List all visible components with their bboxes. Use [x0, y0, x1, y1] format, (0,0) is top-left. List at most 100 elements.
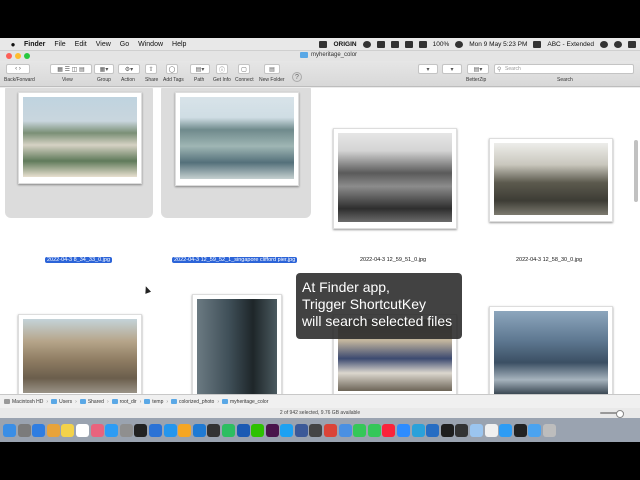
trash-icon[interactable]: [542, 423, 556, 437]
origin-status[interactable]: ORIGIN: [333, 41, 356, 48]
mail-icon[interactable]: [338, 423, 352, 437]
appstore-2-icon[interactable]: [499, 423, 513, 437]
user-icon[interactable]: [614, 41, 622, 48]
view-buttons[interactable]: ▦ ☰ ◫ ▤: [50, 64, 92, 74]
keyboard-icon[interactable]: [376, 41, 385, 48]
get-info-button[interactable]: ⓘ: [216, 64, 228, 74]
betterzip-button-1[interactable]: ▾: [418, 64, 438, 74]
file-item[interactable]: [5, 88, 153, 218]
clock[interactable]: Mon 9 May 5:23 PM: [469, 41, 527, 48]
action-button[interactable]: ⚙▾: [118, 64, 140, 74]
search-field[interactable]: ⚲ Search: [494, 64, 634, 74]
path-segment[interactable]: Users: [51, 399, 72, 405]
display-icon[interactable]: [390, 41, 399, 48]
path-segment[interactable]: root_dir: [111, 399, 137, 405]
menu-file[interactable]: File: [54, 41, 65, 48]
thumbnail[interactable]: [18, 314, 142, 394]
file-item[interactable]: [161, 88, 311, 218]
file-name[interactable]: 2022-04-3 12_59_52_1_singapore clifford …: [172, 257, 298, 263]
menu-edit[interactable]: Edit: [75, 41, 87, 48]
code-icon[interactable]: [440, 423, 454, 437]
zoom-icon[interactable]: [397, 423, 411, 437]
path-button[interactable]: ▤▾: [190, 64, 210, 74]
scrollbar[interactable]: [634, 140, 638, 202]
finder-icon[interactable]: [3, 423, 16, 437]
chrome-icon[interactable]: [46, 423, 60, 437]
add-tags-button[interactable]: ◯: [166, 64, 178, 74]
sublime-icon[interactable]: [178, 423, 192, 437]
xcode-icon[interactable]: [148, 423, 162, 437]
menu-window[interactable]: Window: [138, 41, 163, 48]
file-name[interactable]: 2022-04-3 12_59_51_0.jpg: [360, 257, 426, 263]
volume-icon[interactable]: [418, 41, 427, 48]
thumbnail[interactable]: [175, 92, 299, 186]
minimize-button[interactable]: [15, 53, 21, 59]
input-source-icon[interactable]: [533, 41, 542, 48]
group-button[interactable]: ▦▾: [94, 64, 114, 74]
path-segment[interactable]: temp: [144, 399, 163, 405]
thumbnail[interactable]: [192, 294, 282, 394]
path-segment[interactable]: Macintosh HD: [4, 399, 43, 405]
textedit-icon[interactable]: [484, 423, 498, 437]
betterzip-button-3[interactable]: ▤▾: [467, 64, 489, 74]
close-button[interactable]: [6, 53, 12, 59]
activity-icon[interactable]: [455, 423, 469, 437]
folder-icon[interactable]: [528, 423, 542, 437]
thumbnail[interactable]: [18, 92, 142, 184]
preview-icon[interactable]: [470, 423, 483, 437]
menu-finder[interactable]: Finder: [24, 41, 45, 48]
app-store-icon[interactable]: [105, 423, 119, 437]
battery-percent[interactable]: 100%: [433, 41, 450, 48]
path-segment[interactable]: Shared: [79, 399, 104, 405]
control-center-icon[interactable]: [628, 41, 636, 48]
calendar-icon[interactable]: [75, 423, 89, 437]
betterzip-button-2[interactable]: ▾: [442, 64, 462, 74]
menu-view[interactable]: View: [96, 41, 111, 48]
telegram-icon[interactable]: [411, 423, 425, 437]
facetime-icon[interactable]: [367, 423, 381, 437]
system-prefs-icon[interactable]: [119, 423, 133, 437]
chrome-2-icon[interactable]: [324, 423, 338, 437]
safari-icon[interactable]: [32, 423, 46, 437]
new-folder-button[interactable]: ▤: [264, 64, 280, 74]
slack-icon[interactable]: [265, 423, 279, 437]
share-button[interactable]: ⇧: [145, 64, 157, 74]
connect-button[interactable]: ▢: [238, 64, 250, 74]
twitter-icon[interactable]: [280, 423, 294, 437]
wifi-icon[interactable]: [455, 41, 464, 48]
r-icon[interactable]: [426, 423, 440, 437]
apple-icon[interactable]: ●: [8, 40, 18, 49]
menu-help[interactable]: Help: [172, 41, 186, 48]
menu-go[interactable]: Go: [120, 41, 129, 48]
bluetooth-icon[interactable]: [404, 41, 413, 48]
vscode-icon[interactable]: [192, 423, 206, 437]
notes-icon[interactable]: [61, 423, 75, 437]
iterm-icon[interactable]: [207, 423, 221, 437]
file-name[interactable]: 2022-04-3 12_58_30_0.jpg: [516, 257, 582, 263]
path-segment[interactable]: colorized_photo: [171, 399, 214, 405]
icon-size-slider[interactable]: [600, 410, 624, 418]
terminal-2-icon[interactable]: [513, 423, 527, 437]
search-icon[interactable]: [600, 41, 608, 48]
thumbnail[interactable]: [333, 128, 457, 229]
screen-record-icon[interactable]: [319, 41, 328, 48]
launchpad-icon[interactable]: [17, 423, 31, 437]
zoom-button[interactable]: [24, 53, 30, 59]
cb-icon[interactable]: [309, 423, 323, 437]
evernote-icon[interactable]: [221, 423, 235, 437]
terminal-icon[interactable]: [134, 423, 148, 437]
photos-icon[interactable]: [90, 423, 104, 437]
path-segment[interactable]: myheritage_color: [222, 399, 268, 405]
cloud-icon[interactable]: [362, 41, 371, 48]
wechat-icon[interactable]: [251, 423, 265, 437]
facebook-icon[interactable]: [294, 423, 308, 437]
input-source[interactable]: ABC - Extended: [547, 41, 594, 48]
music-icon[interactable]: [382, 423, 396, 437]
messages-icon[interactable]: [353, 423, 367, 437]
file-name[interactable]: 2022-04-3 8_34_33_0.jpg: [45, 257, 113, 263]
thumbnail[interactable]: [489, 306, 613, 394]
help-icon[interactable]: ?: [292, 72, 302, 82]
back-forward-buttons[interactable]: ‹ ›: [6, 64, 30, 74]
thumbnail[interactable]: [489, 138, 613, 222]
docker-icon[interactable]: [163, 423, 177, 437]
